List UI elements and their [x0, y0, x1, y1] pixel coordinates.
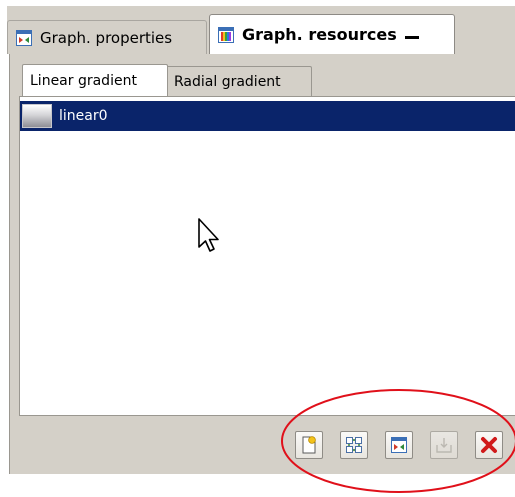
tab-radial-gradient[interactable]: Radial gradient [166, 66, 312, 96]
list-item[interactable]: linear0 [20, 101, 515, 131]
graph-properties-icon [16, 29, 32, 46]
new-resource-button[interactable] [295, 431, 323, 459]
tab-graph-resources[interactable]: Graph. resources [209, 14, 455, 54]
tab-graph-resources-label: Graph. resources [242, 25, 397, 44]
edit-resource-button[interactable] [385, 431, 413, 459]
duplicate-resource-button[interactable] [340, 431, 368, 459]
gradient-list[interactable]: linear0 [19, 96, 515, 416]
delete-resource-icon [481, 437, 497, 453]
duplicate-resource-icon [346, 437, 362, 453]
mouse-pointer-icon [198, 218, 219, 252]
import-resource-icon [436, 438, 452, 453]
tab-graph-properties-label: Graph. properties [40, 28, 173, 47]
delete-resource-button[interactable] [475, 431, 503, 459]
gradient-tabs: Linear gradient Radial gradient [18, 64, 508, 96]
minimize-icon[interactable] [404, 36, 419, 39]
view-tab-strip: Graph. properties Graph. resources [7, 6, 515, 54]
edit-resource-icon [391, 437, 407, 453]
tab-linear-gradient-label: Linear gradient [30, 72, 137, 89]
resource-toolbar [282, 431, 504, 465]
window: Graph. properties Graph. resources Linea… [0, 0, 515, 497]
tab-graph-properties[interactable]: Graph. properties [7, 20, 207, 54]
tab-linear-gradient[interactable]: Linear gradient [22, 64, 168, 96]
new-resource-icon [302, 436, 316, 454]
resources-panel: Linear gradient Radial gradient linear0 [9, 54, 515, 474]
gradient-swatch [22, 104, 52, 128]
graph-resources-icon [218, 26, 234, 43]
import-resource-button[interactable] [430, 431, 458, 459]
tab-radial-gradient-label: Radial gradient [174, 73, 281, 90]
list-item-label: linear0 [59, 108, 108, 124]
